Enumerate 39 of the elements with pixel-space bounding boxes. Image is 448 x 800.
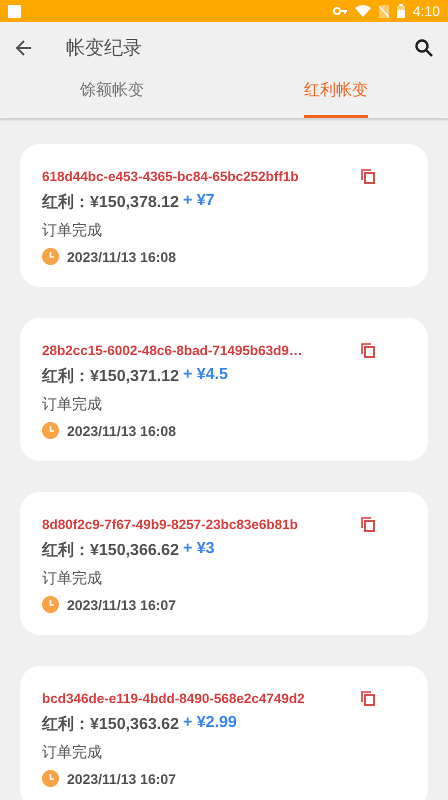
clock-icon bbox=[42, 248, 59, 265]
copy-button[interactable] bbox=[360, 168, 376, 184]
search-button[interactable] bbox=[414, 38, 434, 58]
record-time: 2023/11/13 16:07 bbox=[67, 770, 176, 786]
bonus-amount: 红利：¥150,363.62 bbox=[42, 714, 179, 735]
bonus-change: + ¥3 bbox=[182, 540, 215, 559]
order-status: 订单完成 bbox=[42, 569, 103, 588]
copy-button[interactable] bbox=[360, 690, 376, 706]
bonus-change: + ¥4.5 bbox=[182, 366, 228, 385]
bonus-change: + ¥7 bbox=[182, 192, 215, 211]
order-status: 订单完成 bbox=[42, 395, 103, 414]
order-status: 订单完成 bbox=[42, 221, 103, 240]
wifi-icon bbox=[354, 5, 371, 17]
no-sim-icon bbox=[378, 4, 389, 18]
key-icon bbox=[332, 7, 347, 15]
order-status: 订单完成 bbox=[42, 743, 103, 762]
record-time: 2023/11/13 16:08 bbox=[67, 248, 176, 264]
status-time: 4:10 bbox=[412, 3, 440, 19]
back-button[interactable] bbox=[14, 38, 34, 58]
order-id: 8d80f2c9-7f67-49b9-8257-23bc83e6b81b bbox=[42, 516, 298, 532]
copy-button[interactable] bbox=[360, 516, 376, 532]
order-id: 618d44bc-e453-4365-bc84-65bc252bff1b bbox=[42, 168, 299, 184]
order-id: bcd346de-e119-4bdd-8490-568e2c4749d2 bbox=[42, 690, 305, 706]
tab[interactable]: 红利帐变 bbox=[304, 74, 368, 118]
order-id: 28b2cc15-6002-48c6-8bad-71495b63d9… bbox=[42, 342, 302, 358]
bonus-amount: 红利：¥150,366.62 bbox=[42, 540, 179, 561]
clock-icon bbox=[42, 422, 59, 439]
clock-icon bbox=[42, 770, 59, 787]
page-title: 帐变纪录 bbox=[66, 37, 143, 61]
bonus-change: + ¥2.99 bbox=[182, 714, 237, 733]
record-time: 2023/11/13 16:07 bbox=[67, 596, 176, 612]
notification-icon bbox=[8, 4, 21, 18]
battery-icon bbox=[396, 4, 405, 18]
bonus-amount: 红利：¥150,378.12 bbox=[42, 192, 179, 213]
record-time: 2023/11/13 16:08 bbox=[67, 422, 176, 438]
clock-icon bbox=[42, 596, 59, 613]
copy-button[interactable] bbox=[360, 342, 376, 358]
bonus-amount: 红利：¥150,371.12 bbox=[42, 366, 179, 387]
tab[interactable]: 馀额帐变 bbox=[80, 74, 144, 118]
